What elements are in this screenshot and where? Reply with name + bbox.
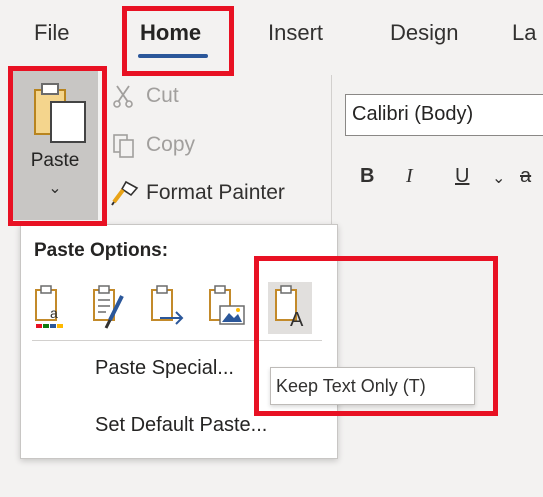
- format-painter-button[interactable]: Format Painter: [146, 181, 285, 205]
- cut-button[interactable]: Cut: [146, 84, 179, 108]
- strikethrough-button[interactable]: a: [520, 165, 531, 188]
- paste-picture-option[interactable]: [204, 282, 248, 334]
- merge-formatting-icon: [93, 285, 124, 329]
- paste-special-menu-item[interactable]: Paste Special...: [95, 357, 234, 380]
- paste-clipboard-icon: [34, 83, 86, 143]
- ribbon-tab-bar: File Home Insert Design La: [0, 0, 543, 62]
- keep-source-formatting-option[interactable]: a: [30, 282, 74, 334]
- paste-label: Paste: [30, 150, 80, 171]
- copy-button[interactable]: Copy: [146, 133, 195, 157]
- svg-text:a: a: [50, 305, 58, 321]
- tab-home[interactable]: Home: [140, 20, 201, 46]
- scissors-icon: [113, 85, 133, 108]
- paste-options-title: Paste Options:: [34, 240, 169, 261]
- tab-design[interactable]: Design: [390, 20, 458, 46]
- group-divider: [331, 75, 332, 235]
- format-painter-icon: [111, 180, 139, 206]
- italic-button[interactable]: I: [406, 165, 413, 188]
- underline-button[interactable]: U: [455, 165, 469, 188]
- keep-text-only-option[interactable]: A: [268, 282, 312, 334]
- svg-text:A: A: [290, 309, 304, 331]
- merge-formatting-option[interactable]: [88, 282, 132, 334]
- tab-layout[interactable]: La: [512, 20, 536, 46]
- copy-icon: [113, 134, 134, 158]
- chevron-down-icon: ⌄: [48, 180, 62, 197]
- paste-link-option[interactable]: [146, 282, 190, 334]
- keep-text-only-icon: A: [275, 285, 304, 331]
- tab-file[interactable]: File: [34, 20, 69, 46]
- tab-insert[interactable]: Insert: [268, 20, 323, 46]
- picture-icon: [209, 285, 245, 325]
- keep-source-formatting-icon: a: [35, 285, 63, 328]
- tooltip-text: Keep Text Only (T): [276, 376, 426, 396]
- font-name-value: Calibri (Body): [352, 103, 474, 125]
- set-default-paste-menu-item[interactable]: Set Default Paste...: [95, 414, 267, 437]
- bold-button[interactable]: B: [360, 165, 374, 188]
- paste-arrow-icon: [151, 285, 184, 325]
- chevron-down-icon[interactable]: ⌄: [492, 168, 505, 188]
- menu-separator: [32, 340, 322, 341]
- active-tab-indicator: [138, 54, 208, 58]
